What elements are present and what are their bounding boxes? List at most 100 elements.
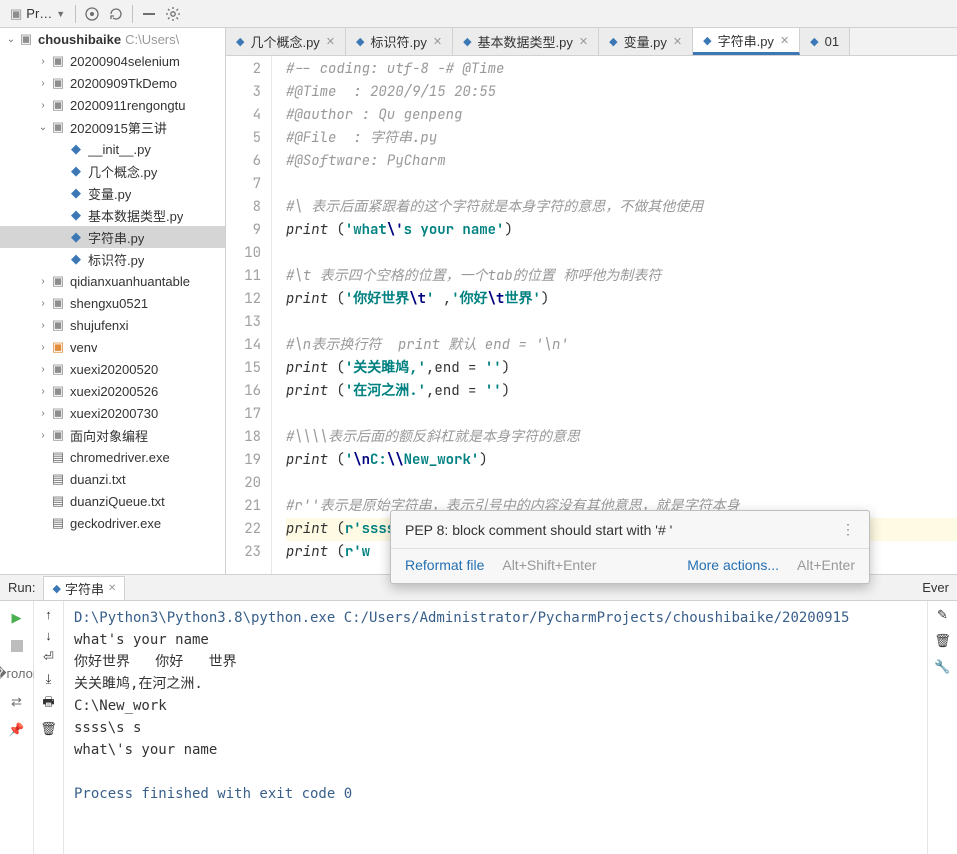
folder-icon: ▣ — [50, 383, 66, 399]
code-line[interactable]: #\ 表示后面紧跟着的这个字符就是本身字符的意思，不做其他使用 — [286, 196, 957, 219]
tree-item[interactable]: ▤geckodriver.exe — [0, 512, 225, 534]
tree-arrow-icon[interactable]: › — [36, 276, 50, 287]
tree-arrow-icon[interactable]: › — [36, 320, 50, 331]
more-menu-icon[interactable]: ⋮ — [841, 521, 855, 538]
code-line[interactable] — [286, 173, 957, 196]
tree-item[interactable]: ▤duanzi.txt — [0, 468, 225, 490]
editor-tab[interactable]: ◆基本数据类型.py✕ — [453, 28, 599, 55]
tree-item[interactable]: ›▣shengxu0521 — [0, 292, 225, 314]
edit-icon[interactable]: ✎ — [937, 607, 948, 623]
tree-item[interactable]: ›▣xuexi20200520 — [0, 358, 225, 380]
trash-icon[interactable]: 🗑 — [934, 633, 951, 649]
target-icon[interactable] — [83, 5, 101, 23]
scroll-end-button[interactable]: ⤓ — [46, 671, 52, 687]
tree-item[interactable]: ›▣xuexi20200730 — [0, 402, 225, 424]
tree-item[interactable]: ⌄▣20200915第三讲 — [0, 116, 225, 138]
close-icon[interactable]: ✕ — [433, 35, 442, 48]
tree-item[interactable]: ◆标识符.py — [0, 248, 225, 270]
code-line[interactable] — [286, 242, 957, 265]
tree-item[interactable]: ›▣ xuexi20200526 — [0, 380, 225, 402]
layout-button[interactable]: �голов — [6, 663, 28, 685]
down-button[interactable]: ↓ — [45, 628, 52, 643]
tree-arrow-icon[interactable]: › — [36, 298, 50, 309]
code-line[interactable] — [286, 311, 957, 334]
tree-item[interactable]: ◆字符串.py — [0, 226, 225, 248]
console-output[interactable]: D:\Python3\Python3.8\python.exe C:/Users… — [64, 601, 927, 854]
code-line[interactable]: #\t 表示四个空格的位置，一个tab的位置 称呼他为制表符 — [286, 265, 957, 288]
code-line[interactable]: #@author : Qu genpeng — [286, 104, 957, 127]
chevron-down-icon[interactable]: ⌄ — [4, 34, 18, 45]
editor-tab[interactable]: ◆01 — [800, 28, 850, 55]
code-line[interactable]: #\\\\表示后面的额反斜杠就是本身字符的意思 — [286, 426, 957, 449]
rerun-button[interactable]: ▶ — [6, 607, 28, 629]
tree-item[interactable]: ›▣qidianxuanhuantable — [0, 270, 225, 292]
tree-arrow-icon[interactable]: › — [36, 100, 50, 111]
code-line[interactable]: #@Time : 2020/9/15 20:55 — [286, 81, 957, 104]
stop-button[interactable] — [6, 635, 28, 657]
tree-arrow-icon[interactable]: ⌄ — [36, 122, 50, 133]
code-line[interactable]: #@File : 字符串.py — [286, 127, 957, 150]
python-file-icon: ◆ — [810, 35, 818, 48]
tree-item[interactable]: ›▣20200909TkDemo — [0, 72, 225, 94]
collapse-icon[interactable] — [140, 5, 158, 23]
up-button[interactable]: ↑ — [45, 607, 52, 622]
tree-item[interactable]: ◆几个概念.py — [0, 160, 225, 182]
close-icon[interactable]: ✕ — [780, 34, 789, 47]
reformat-file-link[interactable]: Reformat file — [405, 557, 484, 573]
pin-button[interactable]: 📌 — [6, 719, 28, 741]
tree-item[interactable]: ◆__init__.py — [0, 138, 225, 160]
tree-arrow-icon[interactable]: › — [36, 56, 50, 67]
project-tree[interactable]: ⌄ ▣ choushibaike C:\Users\ ›▣20200904sel… — [0, 28, 226, 600]
tree-item-label: xuexi20200526 — [70, 384, 158, 399]
code-line[interactable] — [286, 403, 957, 426]
wrench-icon[interactable]: 🔧 — [934, 659, 950, 675]
tree-arrow-icon[interactable]: › — [36, 78, 50, 89]
run-config-tab[interactable]: ◆ 字符串 ✕ — [43, 576, 125, 600]
run-right-label[interactable]: Ever — [922, 580, 949, 595]
tab-label: 基本数据类型.py — [478, 32, 573, 51]
gear-icon[interactable] — [164, 5, 182, 23]
tree-item[interactable]: ›▣shujufenxi — [0, 314, 225, 336]
tree-item[interactable]: ▤duanziQueue.txt — [0, 490, 225, 512]
code-line[interactable]: #\n表示换行符 print 默认 end = '\n' — [286, 334, 957, 357]
tree-item[interactable]: ▤chromedriver.exe — [0, 446, 225, 468]
tree-item[interactable]: ›▣20200904selenium — [0, 50, 225, 72]
code-line[interactable]: print ('关关雎鸠,',end = '') — [286, 357, 957, 380]
print-button[interactable]: 🖶 — [42, 693, 54, 715]
editor-tab[interactable]: ◆几个概念.py✕ — [226, 28, 346, 55]
tree-arrow-icon[interactable]: › — [36, 386, 50, 397]
tree-item[interactable]: ◆变量.py — [0, 182, 225, 204]
editor-tab[interactable]: ◆标识符.py✕ — [346, 28, 453, 55]
tree-arrow-icon[interactable]: › — [36, 342, 50, 353]
editor-tab[interactable]: ◆变量.py✕ — [599, 28, 693, 55]
code-line[interactable]: #@Software: PyCharm — [286, 150, 957, 173]
tree-arrow-icon[interactable]: › — [36, 364, 50, 375]
more-actions-link[interactable]: More actions... — [687, 557, 779, 573]
code-line[interactable]: print ('what\'s your name') — [286, 219, 957, 242]
tree-item[interactable]: ◆基本数据类型.py — [0, 204, 225, 226]
line-number: 13 — [226, 311, 261, 334]
tree-arrow-icon[interactable]: › — [36, 408, 50, 419]
editor-tab[interactable]: ◆字符串.py✕ — [693, 28, 800, 55]
code-line[interactable] — [286, 472, 957, 495]
tree-item[interactable]: ›▣面向对象编程 — [0, 424, 225, 446]
tree-item-label: 标识符.py — [88, 250, 144, 269]
trash-button[interactable]: 🗑 — [40, 721, 57, 737]
layout-button-2[interactable]: ⇄ — [6, 691, 28, 713]
tree-item[interactable]: ›▣20200911rengongtu — [0, 94, 225, 116]
project-dropdown[interactable]: ▣ Pr… ▼ — [4, 4, 71, 24]
close-icon[interactable]: ✕ — [673, 35, 682, 48]
code-line[interactable]: #-- coding: utf-8 -# @Time — [286, 58, 957, 81]
tree-item[interactable]: ›▣venv — [0, 336, 225, 358]
tree-arrow-icon[interactable]: › — [36, 430, 50, 441]
tree-root[interactable]: ⌄ ▣ choushibaike C:\Users\ — [0, 28, 225, 50]
close-icon[interactable]: ✕ — [108, 583, 116, 594]
soft-wrap-button[interactable]: ⏎ — [43, 649, 54, 665]
close-icon[interactable]: ✕ — [579, 35, 588, 48]
code-line[interactable]: print ('你好世界\t' ,'你好\t世界') — [286, 288, 957, 311]
code-line[interactable]: print ('\nC:\\New_work') — [286, 449, 957, 472]
refresh-icon[interactable] — [107, 5, 125, 23]
close-icon[interactable]: ✕ — [326, 35, 335, 48]
code-line[interactable]: print ('在河之洲.',end = '') — [286, 380, 957, 403]
tree-item-label: 变量.py — [88, 184, 131, 203]
